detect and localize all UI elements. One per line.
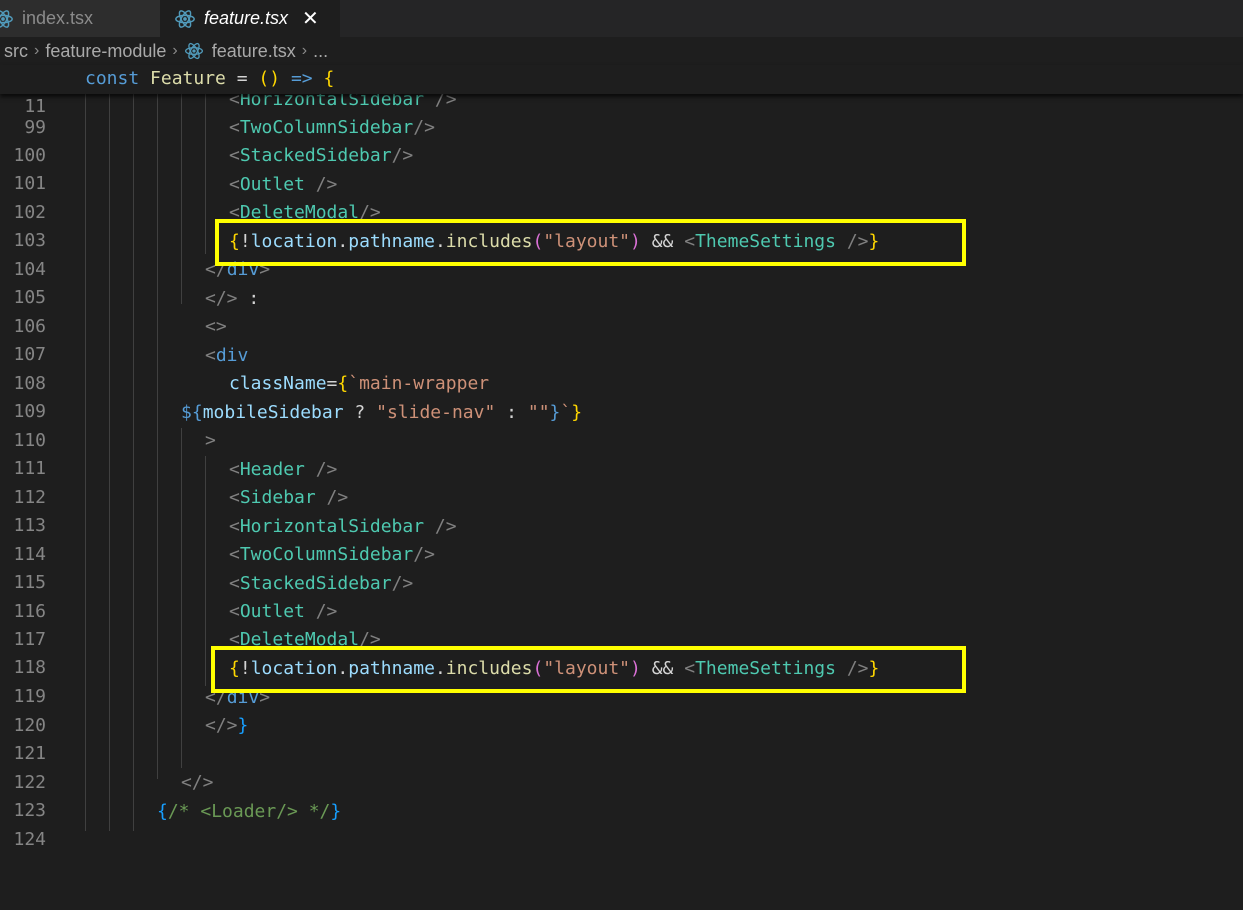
code-line: 115 <TwoColumnSidebar/> [0, 541, 1243, 593]
code-line: 123 </> [0, 769, 1243, 821]
code-line: 110 ${mobileSidebar ? "slide-nav" : ""}`… [0, 399, 1243, 451]
code-line: 113 <Sidebar /> [0, 484, 1243, 536]
line-number: 124 [13, 829, 46, 850]
code-text: </>} [205, 715, 249, 736]
code-line: 117 <Outlet /> [0, 598, 1243, 650]
code-text: </> [181, 772, 214, 793]
code-text: <StackedSidebar/> [229, 573, 414, 594]
code-editor[interactable]: 99 <HorizontalSidebar /> 100 <TwoColumnS… [0, 0, 1243, 850]
code-text: </> : [205, 288, 260, 309]
code-line: 121 </>} [0, 712, 1243, 764]
line-number: 11 [24, 96, 46, 117]
code-text: <HorizontalSidebar /> [229, 516, 457, 537]
code-line: 124 {/* <Loader/> */} [0, 798, 1243, 850]
code-line: 100 <TwoColumnSidebar/> [0, 114, 1243, 166]
code-line: 109 className={`main-wrapper [0, 370, 1243, 422]
code-text: <StackedSidebar/> [229, 145, 414, 166]
code-text: className={`main-wrapper [229, 373, 490, 394]
code-text: {/* <Loader/> */} [157, 801, 342, 822]
code-text: <Outlet /> [229, 601, 338, 622]
code-line: 114 <HorizontalSidebar /> [0, 513, 1243, 565]
highlight-box [211, 646, 966, 693]
sticky-scroll-header[interactable]: 11 const Feature = () => { [0, 65, 1243, 117]
code-text: ${mobileSidebar ? "slide-nav" : ""}`} [181, 402, 583, 423]
code-text: <Header /> [229, 459, 338, 480]
code-text: <TwoColumnSidebar/> [229, 544, 435, 565]
code-line: 106 </> : [0, 285, 1243, 337]
code-text: <Sidebar /> [229, 487, 349, 508]
code-line: 112 <Header /> [0, 456, 1243, 508]
sticky-code-line: const Feature = () => { [85, 68, 335, 89]
code-line: 102 <Outlet /> [0, 171, 1243, 223]
code-text: <TwoColumnSidebar/> [229, 117, 435, 138]
code-text: > [205, 430, 216, 451]
highlight-box [215, 219, 966, 266]
code-line: 107 <> [0, 313, 1243, 365]
code-line: 111 > [0, 427, 1243, 479]
code-text: <> [205, 316, 227, 337]
code-line: 108 <div [0, 342, 1243, 394]
code-line: 116 <StackedSidebar/> [0, 570, 1243, 622]
code-text: <Outlet /> [229, 174, 338, 195]
code-line: 101 <StackedSidebar/> [0, 142, 1243, 194]
code-text: <div [205, 345, 249, 366]
code-line: 122 [0, 741, 1243, 793]
